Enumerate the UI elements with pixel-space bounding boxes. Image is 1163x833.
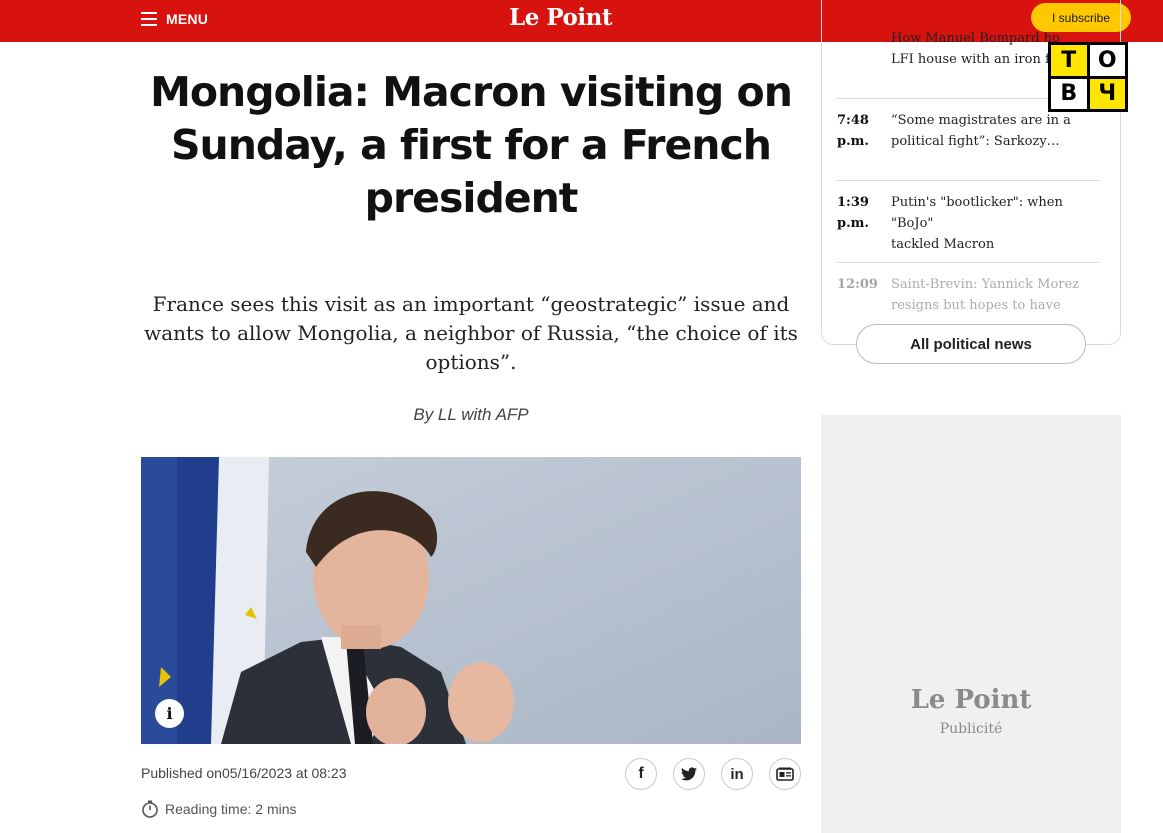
- feed-item-title: “Some magistrates are in a political fig…: [891, 113, 1071, 149]
- reading-time: Reading time: 2 mins: [141, 800, 297, 818]
- photo-illustration: [141, 457, 801, 744]
- feed-divider: [837, 262, 1099, 263]
- byline-prefix: By: [413, 405, 438, 424]
- feed-item[interactable]: 1:39 p.m. Putin's "bootlicker": when "Bo…: [837, 192, 1099, 255]
- facebook-icon: f: [638, 765, 644, 782]
- feed-item-time: 1:39 p.m.: [837, 195, 869, 231]
- watermark-letter: В: [1051, 78, 1087, 109]
- feed-item-title: Saint-Brevin: Yannick Morez resigns but …: [891, 277, 1080, 313]
- feed-item-title: Putin's "bootlicker": when "BoJo" tackle…: [891, 195, 1063, 252]
- feed-item-time: 7:48 p.m.: [837, 113, 869, 149]
- linkedin-share-button[interactable]: in: [721, 758, 753, 790]
- info-icon[interactable]: i: [155, 699, 184, 728]
- channel-watermark-logo: Т О В Ч: [1048, 42, 1128, 112]
- facebook-share-button[interactable]: f: [625, 758, 657, 790]
- ad-logo: Le Point: [910, 685, 1032, 715]
- author-link[interactable]: LL: [438, 405, 457, 424]
- google-news-button[interactable]: [769, 758, 801, 790]
- watermark-letter: Т: [1051, 45, 1087, 76]
- linkedin-icon: in: [730, 765, 744, 783]
- google-news-icon: [776, 767, 794, 781]
- watermark-letter: Ч: [1089, 78, 1125, 109]
- twitter-share-button[interactable]: [673, 758, 705, 790]
- ad-label: Publicité: [939, 721, 1003, 737]
- advertisement-slot: Le Point Publicité: [821, 415, 1121, 833]
- feed-item[interactable]: 7:48 p.m. “Some magistrates are in a pol…: [837, 110, 1099, 152]
- feed-divider: [837, 180, 1099, 181]
- feed-item-time: [837, 28, 891, 70]
- feed-item[interactable]: 12:09 Saint-Brevin: Yannick Morez resign…: [837, 274, 1099, 316]
- reading-time-label: Reading time: 2 mins: [165, 801, 297, 817]
- article-photo: i: [141, 457, 801, 744]
- byline-suffix: with AFP: [456, 405, 529, 424]
- twitter-icon: [681, 767, 697, 781]
- article-byline: By LL with AFP: [141, 405, 801, 425]
- article-standfirst: France sees this visit as an important “…: [144, 292, 798, 374]
- feed-item-time: 12:09: [837, 277, 878, 292]
- published-date: Published on05/16/2023 at 08:23: [141, 765, 347, 781]
- all-political-news-button[interactable]: All political news: [856, 324, 1086, 364]
- article-headline: Mongolia: Macron visiting on Sunday, a f…: [150, 68, 793, 222]
- stopwatch-icon: [142, 800, 158, 818]
- watermark-letter: О: [1089, 45, 1125, 76]
